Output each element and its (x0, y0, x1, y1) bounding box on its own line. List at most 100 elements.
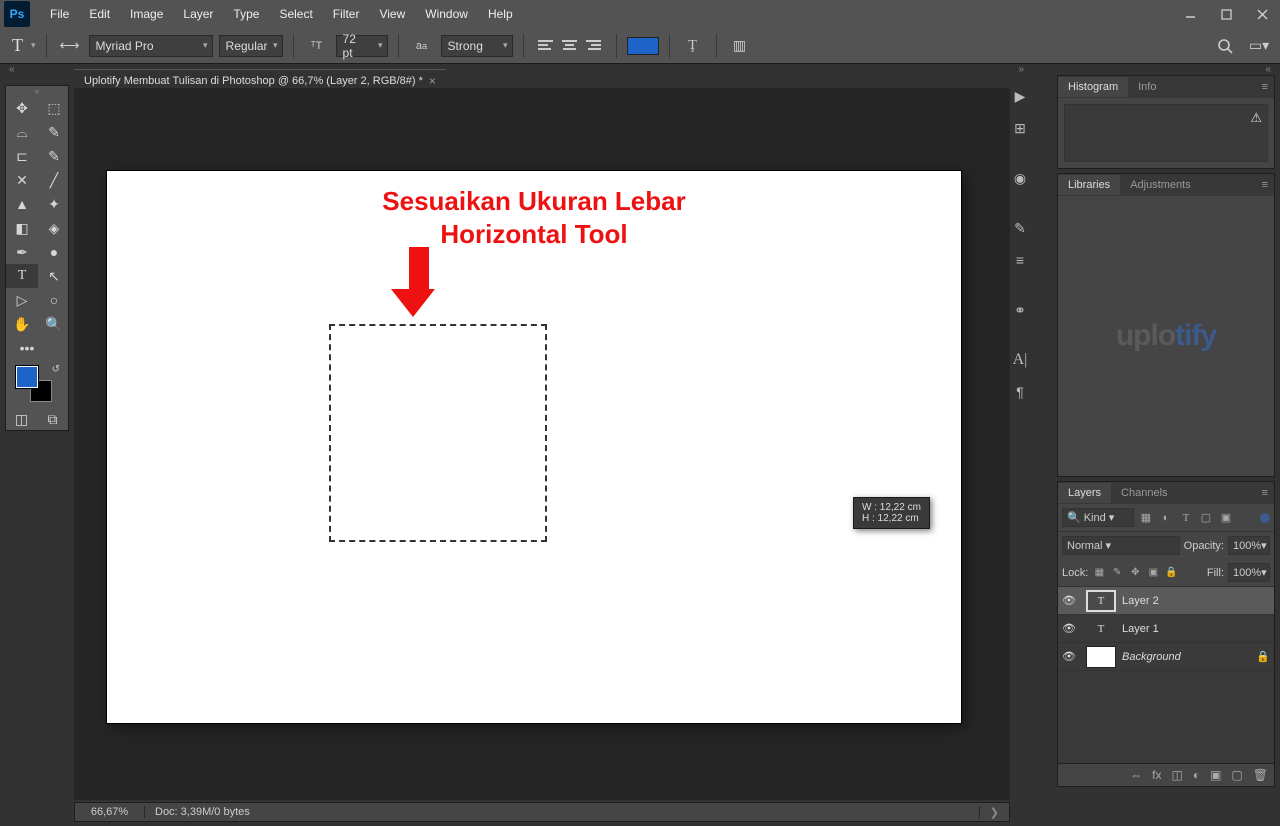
pen-tool[interactable]: ✒ (6, 240, 38, 264)
expand-right-icon-2[interactable]: » (1018, 64, 1024, 75)
text-color-swatch[interactable] (627, 37, 659, 55)
panel-menu-icon[interactable]: ≡ (1256, 175, 1274, 195)
quick-mask-button[interactable]: ◫ (6, 408, 37, 430)
layer-filter-kind-select[interactable]: 🔍 Kind ▾ (1062, 508, 1134, 527)
lock-all-icon[interactable]: 🔒 (1164, 566, 1178, 580)
expand-left-icon[interactable]: « (9, 64, 15, 75)
menu-window[interactable]: Window (415, 2, 478, 26)
lock-pixels-icon[interactable]: ✎ (1110, 566, 1124, 580)
text-box-selection[interactable] (329, 324, 547, 542)
adjustments-tab[interactable]: Adjustments (1120, 175, 1201, 195)
text-orientation-button[interactable]: ⟷ (57, 33, 83, 59)
layers-tab[interactable]: Layers (1058, 483, 1111, 503)
character-panel-button[interactable]: ▥ (727, 33, 753, 59)
people-panel-icon[interactable]: ⚭ (1010, 294, 1030, 326)
lasso-tool[interactable]: ⌓ (6, 120, 38, 144)
expand-right-icon[interactable]: « (1265, 64, 1271, 75)
antialias-select[interactable]: Strong (441, 35, 513, 57)
gradient-tool[interactable]: ◈ (38, 216, 70, 240)
filter-adjustment-icon[interactable]: ◐ (1158, 510, 1174, 526)
close-tab-icon[interactable]: × (429, 74, 436, 88)
brush-tool[interactable]: ╱ (38, 168, 70, 192)
actions-panel-icon[interactable]: ▶ (1010, 80, 1030, 112)
visibility-toggle[interactable]: 👁 (1058, 594, 1080, 607)
info-tab[interactable]: Info (1128, 77, 1166, 97)
zoom-level[interactable]: 66,67% (75, 806, 145, 818)
foreground-color-swatch[interactable] (16, 366, 38, 388)
adjustments-panel-icon[interactable]: ≡ (1010, 244, 1030, 276)
layer-style-icon[interactable]: fx (1152, 768, 1161, 782)
menu-select[interactable]: Select (269, 2, 322, 26)
eyedropper-tool[interactable]: ✎ (38, 144, 70, 168)
styles-panel-icon[interactable]: ◉ (1010, 162, 1030, 194)
filter-shape-icon[interactable]: ▢ (1198, 510, 1214, 526)
workspace-switcher[interactable]: ▭▾ (1246, 33, 1272, 59)
crop-tool[interactable]: ⊏ (6, 144, 38, 168)
clone-stamp-tool[interactable]: ▲ (6, 192, 38, 216)
warning-icon[interactable]: ⚠ (1250, 110, 1262, 126)
status-chevron-icon[interactable]: ❯ (979, 806, 1009, 819)
paragraph-panel-icon[interactable]: ¶ (1010, 376, 1030, 408)
hand-tool[interactable]: ✋ (6, 312, 38, 336)
font-family-select[interactable]: Myriad Pro (89, 35, 213, 57)
new-layer-icon[interactable]: ▢ (1231, 768, 1242, 782)
layer-row-layer1[interactable]: 👁 T Layer 1 (1058, 615, 1274, 643)
artboard[interactable]: Sesuaikan Ukuran Lebar Horizontal Tool W… (107, 171, 961, 723)
lock-position-icon[interactable]: ✥ (1128, 566, 1142, 580)
color-swatches[interactable]: ↺ (6, 360, 68, 408)
group-layers-icon[interactable]: ▣ (1210, 768, 1221, 782)
window-maximize-button[interactable] (1208, 0, 1244, 28)
visibility-toggle[interactable]: 👁 (1058, 650, 1080, 663)
canvas-area[interactable]: Sesuaikan Ukuran Lebar Horizontal Tool W… (74, 88, 1010, 800)
history-brush-tool[interactable]: ✦ (38, 192, 70, 216)
screen-mode-button[interactable]: ⧉ (37, 408, 68, 430)
link-layers-icon[interactable]: ⇔ (1130, 768, 1142, 782)
menu-file[interactable]: File (40, 2, 79, 26)
brushes-panel-icon[interactable]: ✎ (1010, 212, 1030, 244)
adjustment-layer-icon[interactable]: ◐ (1193, 768, 1200, 782)
quick-select-tool[interactable]: ✎ (38, 120, 70, 144)
window-minimize-button[interactable] (1172, 0, 1208, 28)
fill-input[interactable]: 100%▾ (1228, 563, 1270, 582)
menu-edit[interactable]: Edit (79, 2, 120, 26)
panel-menu-icon[interactable]: ≡ (1256, 483, 1274, 503)
character-panel-icon[interactable]: A| (1010, 344, 1030, 376)
collapse-tools-icon[interactable]: « (6, 86, 68, 96)
swap-colors-icon[interactable]: ↺ (52, 364, 60, 375)
direct-select-tool[interactable]: ▷ (6, 288, 38, 312)
lock-transparency-icon[interactable]: ▦ (1092, 566, 1106, 580)
eraser-tool[interactable]: ◧ (6, 216, 38, 240)
properties-panel-icon[interactable]: ⊞ (1010, 112, 1030, 144)
menu-image[interactable]: Image (120, 2, 173, 26)
layer-mask-icon[interactable]: ◫ (1171, 768, 1182, 782)
delete-layer-icon[interactable]: 🗑 (1253, 768, 1268, 782)
menu-help[interactable]: Help (478, 2, 523, 26)
layer-row-background[interactable]: 👁 Background 🔒 (1058, 643, 1274, 671)
path-select-tool[interactable]: ↖ (38, 264, 70, 288)
blend-mode-select[interactable]: Normal ▾ (1062, 536, 1180, 555)
libraries-tab[interactable]: Libraries (1058, 175, 1120, 195)
shape-tool[interactable]: ○ (38, 288, 70, 312)
align-right-button[interactable] (582, 33, 606, 59)
menu-layer[interactable]: Layer (173, 2, 223, 26)
filter-pixel-icon[interactable]: ▦ (1138, 510, 1154, 526)
menu-type[interactable]: Type (223, 2, 269, 26)
channels-tab[interactable]: Channels (1111, 483, 1177, 503)
warp-text-button[interactable]: Ţ (680, 33, 706, 59)
marquee-tool[interactable]: ⬚ (38, 96, 70, 120)
histogram-tab[interactable]: Histogram (1058, 77, 1128, 97)
active-tool-icon[interactable]: T (8, 35, 27, 56)
align-center-button[interactable] (558, 33, 582, 59)
blur-tool[interactable]: ● (38, 240, 70, 264)
font-size-select[interactable]: 72 pt (336, 35, 388, 57)
opacity-input[interactable]: 100%▾ (1228, 536, 1270, 555)
menu-view[interactable]: View (369, 2, 415, 26)
align-left-button[interactable] (534, 33, 558, 59)
edit-toolbar-button[interactable]: ••• (6, 336, 38, 360)
document-info[interactable]: Doc: 3,39M/0 bytes (145, 806, 260, 818)
font-style-select[interactable]: Regular (219, 35, 283, 57)
filter-toggle[interactable] (1260, 513, 1270, 523)
menu-filter[interactable]: Filter (323, 2, 370, 26)
layer-row-layer2[interactable]: 👁 T Layer 2 (1058, 587, 1274, 615)
filter-type-icon[interactable]: T (1178, 510, 1194, 526)
